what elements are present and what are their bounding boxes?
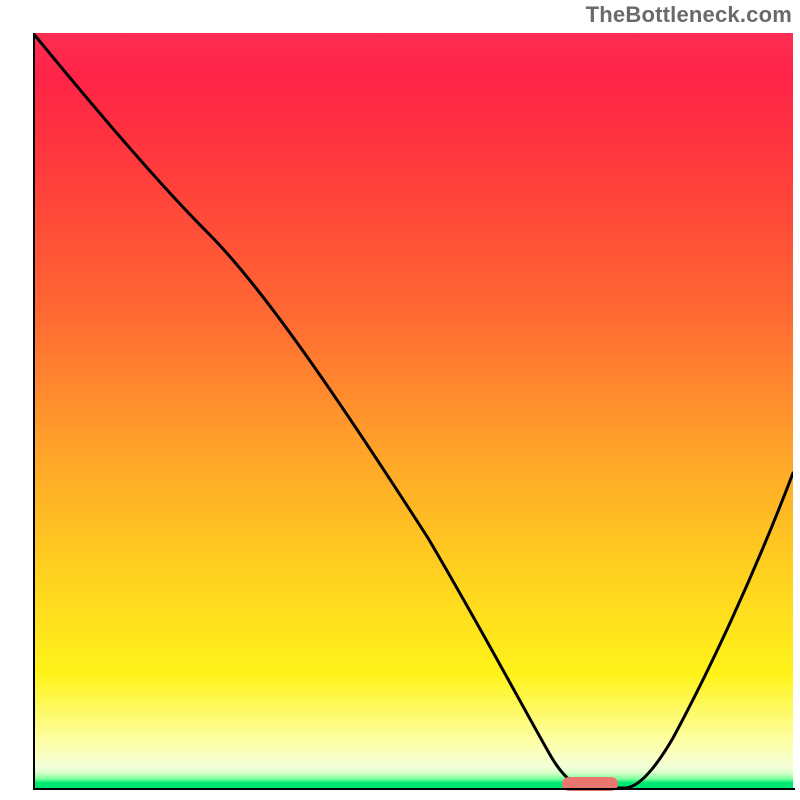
y-axis-line [33, 33, 35, 790]
x-axis-line [33, 788, 795, 790]
watermark-text: TheBottleneck.com [586, 4, 792, 26]
bottleneck-curve [33, 33, 793, 788]
chart-container: TheBottleneck.com [0, 0, 800, 800]
